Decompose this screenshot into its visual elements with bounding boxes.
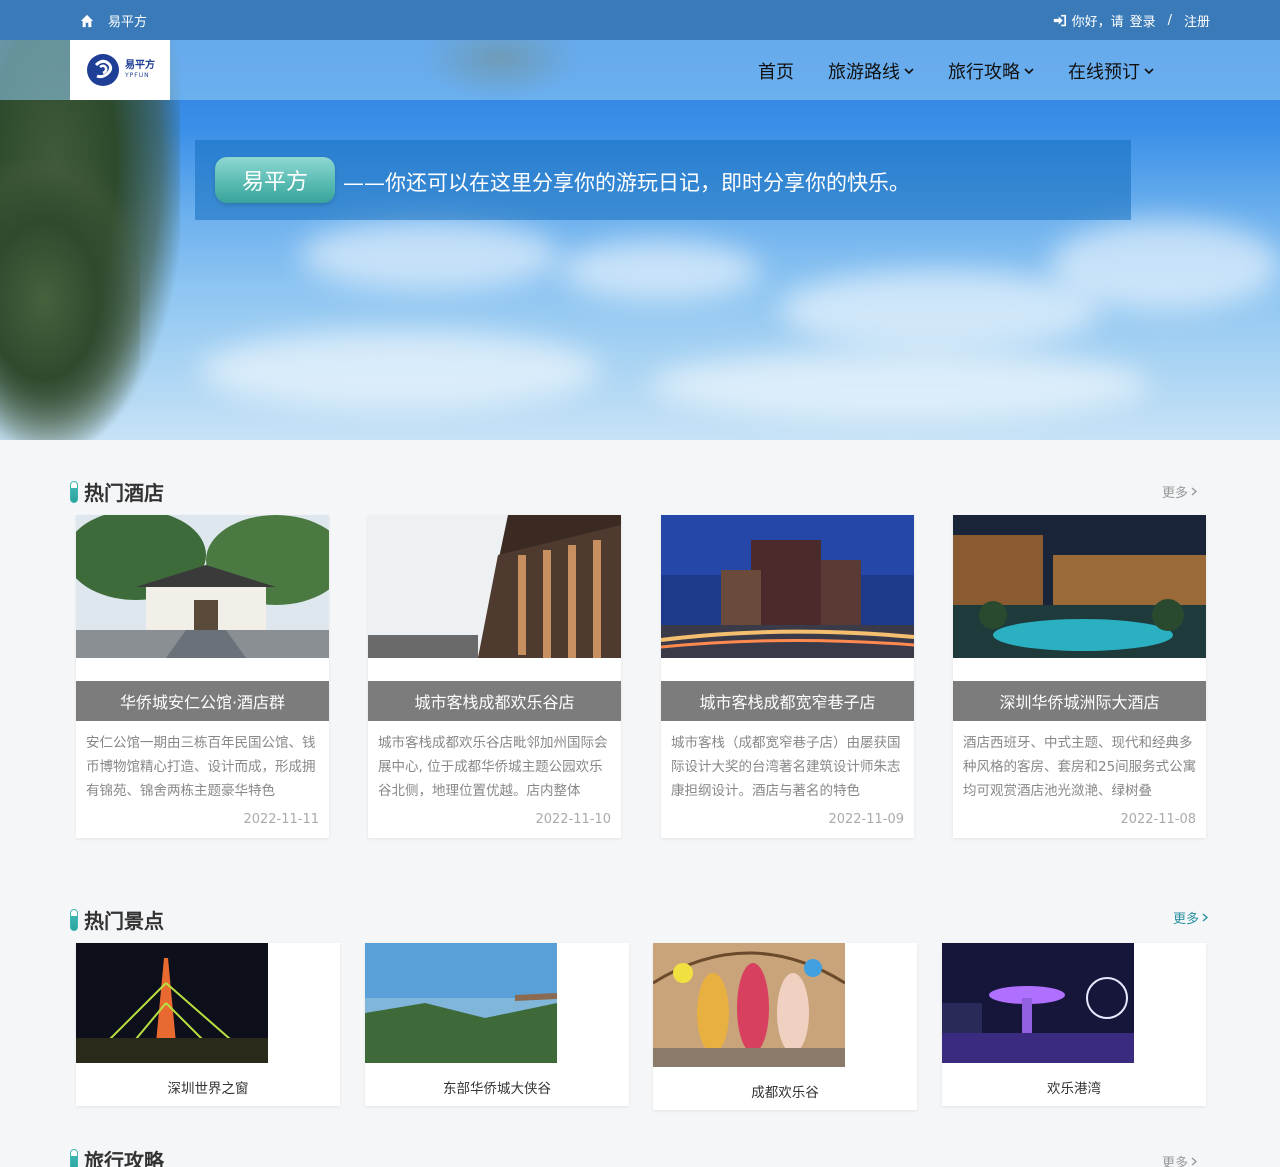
- hero-badge: 易平方: [215, 157, 335, 203]
- nav-item-guides[interactable]: 旅行攻略: [948, 58, 1034, 84]
- hotel-name: 城市客栈成都欢乐谷店: [368, 681, 621, 721]
- logo-icon: [87, 54, 119, 86]
- section-title: 旅行攻略: [84, 1149, 164, 1167]
- hotel-date: 2022-11-08: [1120, 812, 1196, 827]
- nav-label: 首页: [758, 62, 794, 83]
- hotel-card[interactable]: 城市客栈成都欢乐谷店 城市客栈成都欢乐谷店毗邻加州国际会展中心, 位于成都华侨城…: [368, 515, 621, 838]
- top-bar: 易平方 你好，请 登录 / 注册: [0, 0, 1280, 40]
- nav-item-booking[interactable]: 在线预订: [1068, 58, 1154, 84]
- section-title: 热门酒店: [84, 481, 164, 505]
- spot-name: 深圳世界之窗: [167, 1081, 249, 1097]
- nav-label: 旅游路线: [828, 62, 900, 83]
- chevron-right-icon: [1202, 913, 1209, 922]
- register-link[interactable]: 注册: [1184, 11, 1210, 30]
- hotel-card[interactable]: 深圳华侨城洲际大酒店 酒店西班牙、中式主题、现代和经典多种风格的客房、套房和25…: [953, 515, 1206, 838]
- hotel-desc: 城市客栈成都欢乐谷店毗邻加州国际会展中心, 位于成都华侨城主题公园欢乐谷北侧，地…: [378, 735, 608, 799]
- spot-name: 东部华侨城大侠谷: [443, 1081, 551, 1097]
- spots-more-link[interactable]: 更多: [1173, 908, 1209, 927]
- spot-photo: [942, 943, 1134, 1063]
- hotel-date: 2022-11-11: [243, 812, 319, 827]
- spot-card[interactable]: 欢乐港湾: [942, 943, 1206, 1106]
- hero-banner: 易平方 YPFUN 首页 旅游路线 旅行攻略 在线预订 易平方 ——你还可以在这…: [0, 40, 1280, 440]
- cloud: [650, 350, 1150, 420]
- cloud: [1050, 220, 1280, 310]
- guides-section-header: 旅行攻略: [70, 1145, 164, 1167]
- spots-section-header: 热门景点: [70, 905, 164, 934]
- hotel-name: 华侨城安仁公馆·酒店群: [76, 681, 329, 721]
- hotel-photo: [76, 515, 329, 658]
- tree-foliage: [0, 160, 140, 440]
- chevron-right-icon: [1191, 1157, 1198, 1166]
- spot-photo: [653, 943, 845, 1067]
- spot-card[interactable]: 成都欢乐谷: [653, 943, 917, 1110]
- sign-in-icon: [1053, 14, 1066, 27]
- hotel-date: 2022-11-09: [828, 812, 904, 827]
- home-icon: [80, 14, 94, 27]
- user-links: 你好，请 登录 / 注册: [1053, 11, 1210, 30]
- more-label: 更多: [1173, 912, 1200, 927]
- hotel-photo: [368, 515, 621, 658]
- hotel-name: 城市客栈成都宽窄巷子店: [661, 681, 914, 721]
- hotel-desc: 安仁公馆一期由三栋百年民国公馆、钱币博物馆精心打造、设计而成，形成拥有锦苑、锦舍…: [86, 735, 316, 799]
- site-name: 易平方: [108, 15, 148, 30]
- logo-text: 易平方 YPFUN: [125, 61, 155, 79]
- hotel-date: 2022-11-10: [535, 812, 611, 827]
- spot-photo: [76, 943, 268, 1063]
- hotel-photo: [953, 515, 1206, 658]
- more-label: 更多: [1162, 486, 1189, 501]
- cloud: [780, 270, 1100, 350]
- section-marker: [70, 480, 78, 503]
- spot-card[interactable]: 深圳世界之窗: [76, 943, 340, 1106]
- hotel-photo: [661, 515, 914, 658]
- hotel-desc: 酒店西班牙、中式主题、现代和经典多种风格的客房、套房和25间服务式公寓均可观赏酒…: [963, 735, 1197, 799]
- section-title: 热门景点: [84, 909, 164, 933]
- greeting-text: 你好，请: [1071, 15, 1124, 30]
- nav-menu: 首页 旅游路线 旅行攻略 在线预订: [758, 58, 1154, 84]
- cloud: [300, 220, 560, 290]
- hotel-desc: 城市客栈（成都宽窄巷子店）由屡获国际设计大奖的台湾著名建筑设计师朱志康担纲设计。…: [671, 735, 901, 799]
- separator: /: [1167, 13, 1172, 28]
- spot-name: 欢乐港湾: [1047, 1081, 1101, 1097]
- login-link[interactable]: 登录: [1130, 11, 1156, 30]
- section-marker: [70, 1148, 78, 1167]
- more-label: 更多: [1162, 1156, 1189, 1167]
- nav-item-home[interactable]: 首页: [758, 58, 794, 84]
- logo-en: YPFUN: [125, 72, 150, 79]
- spot-photo: [365, 943, 557, 1063]
- hero-slogan-text: ——你还可以在这里分享你的游玩日记，即时分享你的快乐。: [343, 171, 910, 195]
- chevron-down-icon: [1144, 68, 1154, 75]
- chevron-down-icon: [904, 68, 914, 75]
- spot-name: 成都欢乐谷: [751, 1085, 819, 1101]
- hero-slogan: 易平方 ——你还可以在这里分享你的游玩日记，即时分享你的快乐。: [195, 140, 1131, 220]
- logo[interactable]: 易平方 YPFUN: [70, 40, 170, 100]
- hotel-card[interactable]: 华侨城安仁公馆·酒店群 安仁公馆一期由三栋百年民国公馆、钱币博物馆精心打造、设计…: [76, 515, 329, 838]
- section-marker: [70, 908, 78, 931]
- hotel-card[interactable]: 城市客栈成都宽窄巷子店 城市客栈（成都宽窄巷子店）由屡获国际设计大奖的台湾著名建…: [661, 515, 914, 838]
- guides-more-link[interactable]: 更多: [1162, 1152, 1198, 1167]
- cloud: [560, 240, 760, 300]
- hotels-section-header: 热门酒店: [70, 477, 164, 506]
- logo-cn: 易平方: [125, 60, 155, 71]
- hotels-more-link[interactable]: 更多: [1162, 482, 1198, 501]
- chevron-down-icon: [1024, 68, 1034, 75]
- home-link[interactable]: 易平方: [80, 11, 147, 30]
- nav-label: 旅行攻略: [948, 62, 1020, 83]
- nav-label: 在线预订: [1068, 62, 1140, 83]
- main-navbar: 易平方 YPFUN 首页 旅游路线 旅行攻略 在线预订: [0, 40, 1280, 100]
- hotel-name: 深圳华侨城洲际大酒店: [953, 681, 1206, 721]
- spot-card[interactable]: 东部华侨城大侠谷: [365, 943, 629, 1106]
- chevron-right-icon: [1191, 487, 1198, 496]
- cloud: [200, 330, 600, 410]
- nav-item-routes[interactable]: 旅游路线: [828, 58, 914, 84]
